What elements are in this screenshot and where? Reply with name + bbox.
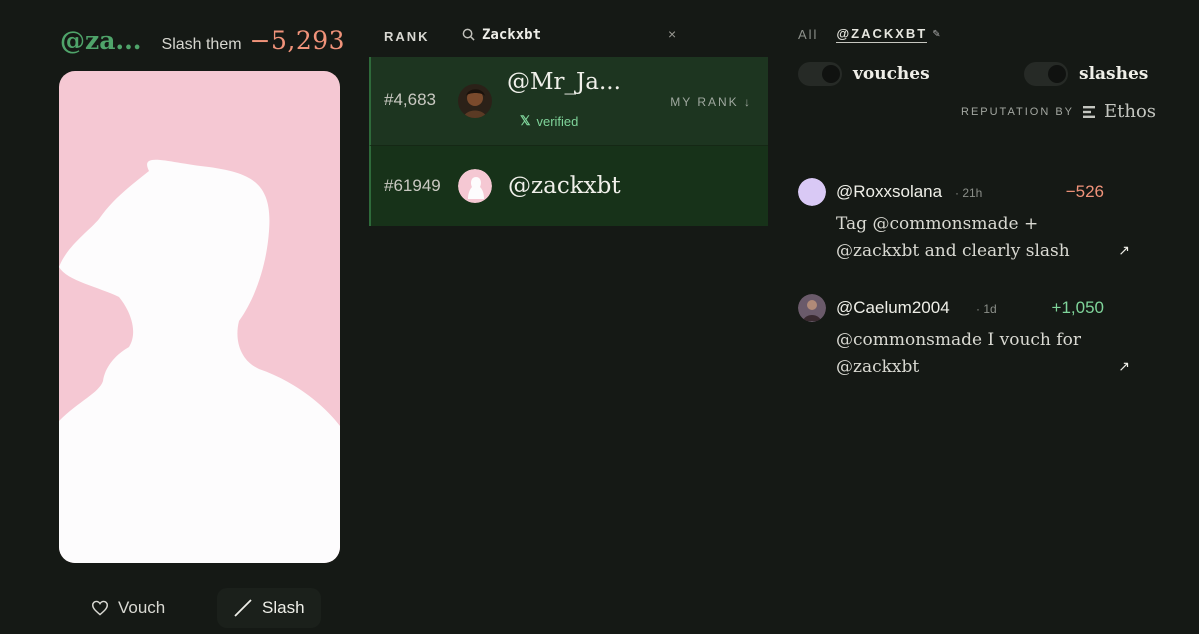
avatar-silhouette-icon <box>59 159 340 563</box>
review-time: · 1d <box>976 302 997 316</box>
pencil-icon[interactable]: ✎ <box>932 29 940 40</box>
vouch-label: Vouch <box>118 598 166 617</box>
review-score: +1,050 <box>1051 298 1104 317</box>
rank-row-current-user[interactable]: #4,683 @Mr_Ja... 𝕏 verified MY RANK ↓ <box>369 57 768 146</box>
filter-tabs: All @ZACKXBT ✎ <box>798 26 941 43</box>
heart-icon <box>91 600 109 616</box>
review-score: −526 <box>1065 182 1104 201</box>
review-author[interactable]: @Roxxsolana <box>836 182 942 202</box>
slash-icon <box>234 599 252 617</box>
profile-score: −5,293 <box>249 26 346 55</box>
reputation-by: REPUTATION BY Ethos <box>961 101 1156 122</box>
slash-button[interactable]: Slash <box>217 588 321 628</box>
rank-number: #61949 <box>384 176 441 195</box>
slash-label: Slash <box>262 598 305 617</box>
profile-avatar-card <box>59 71 340 563</box>
vouches-label: vouches <box>853 64 930 84</box>
avatar <box>458 169 492 203</box>
profile-header: @za... Slash them −5,293 <box>60 26 345 60</box>
review-time: · 21h <box>955 186 983 200</box>
tab-all[interactable]: All <box>798 27 818 42</box>
rank-title: RANK <box>384 28 430 44</box>
close-icon[interactable]: × <box>668 26 676 42</box>
review-text: Tag @commonsmade + @zackxbt and clearly … <box>836 214 1070 261</box>
arrow-up-right-icon[interactable]: ↗ <box>1118 242 1130 259</box>
slash-them-label: Slash them <box>161 36 242 53</box>
search-icon <box>462 28 475 41</box>
verified-badge: 𝕏 verified <box>520 113 578 129</box>
avatar <box>798 178 826 206</box>
arrow-up-right-icon[interactable]: ↗ <box>1118 358 1130 375</box>
my-rank-button[interactable]: MY RANK ↓ <box>670 95 752 109</box>
verified-label: verified <box>536 113 579 129</box>
toggle-switch[interactable] <box>798 62 842 86</box>
search-input[interactable] <box>482 24 652 46</box>
ethos-brand: Ethos <box>1104 101 1157 122</box>
vouches-toggle[interactable]: vouches <box>798 62 930 86</box>
reputation-label: REPUTATION BY <box>961 105 1074 118</box>
slashes-toggle[interactable]: slashes <box>1024 62 1148 86</box>
rank-number: #4,683 <box>384 90 436 109</box>
row-username: @zackxbt <box>508 173 621 199</box>
review-author[interactable]: @Caelum2004 <box>836 298 950 318</box>
avatar <box>458 84 492 118</box>
slashes-label: slashes <box>1079 64 1149 84</box>
review-text: @commonsmade I vouch for @zackxbt <box>836 330 1081 377</box>
tab-user-filter[interactable]: @ZACKXBT <box>836 26 928 43</box>
row-username: @Mr_Ja... <box>507 69 621 95</box>
vouch-button[interactable]: Vouch <box>75 588 181 628</box>
x-logo-icon: 𝕏 <box>520 113 531 128</box>
rank-header: RANK × <box>384 24 684 48</box>
profile-handle: @za... <box>60 26 142 55</box>
ethos-logo-icon <box>1083 105 1095 118</box>
rank-row-search-result[interactable]: #61949 @zackxbt <box>369 146 768 226</box>
avatar <box>798 294 826 322</box>
toggle-switch[interactable] <box>1024 62 1068 86</box>
